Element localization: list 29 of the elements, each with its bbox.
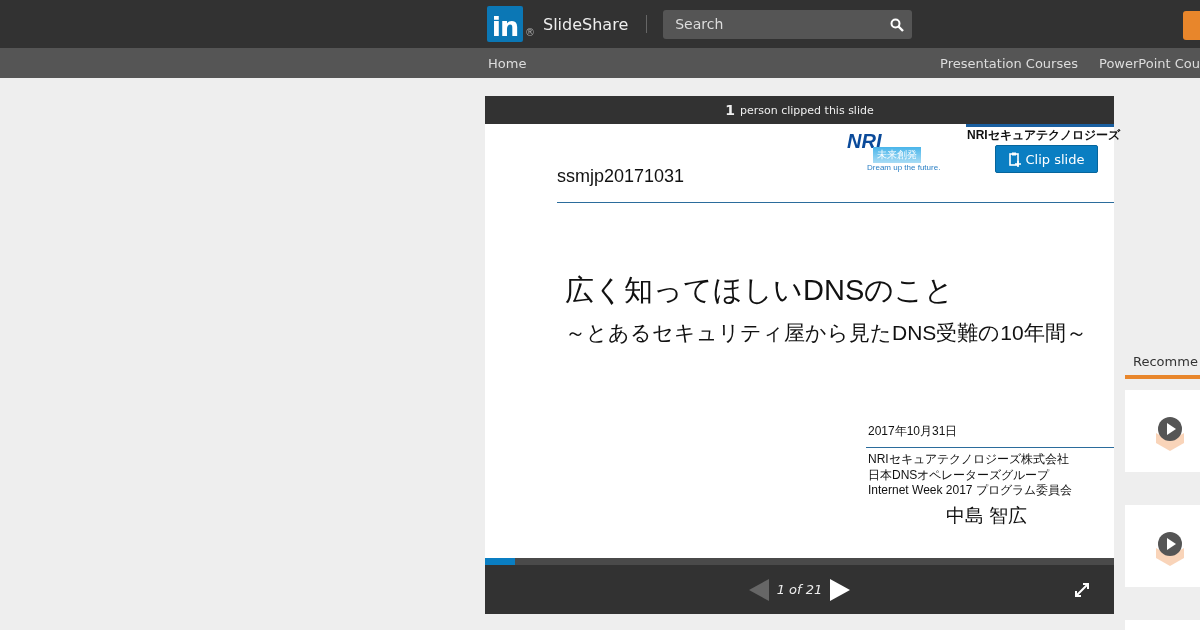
recommended-tab[interactable]: Recomme bbox=[1125, 342, 1200, 379]
recommended-card[interactable] bbox=[1125, 390, 1200, 472]
recommended-card[interactable] bbox=[1125, 505, 1200, 587]
fullscreen-icon[interactable] bbox=[1074, 582, 1090, 598]
logo-tagline: 未来創発 bbox=[873, 147, 921, 163]
speaker-name: 中島 智広 bbox=[946, 503, 1029, 528]
affiliation: Internet Week 2017 プログラム委員会 bbox=[867, 483, 1073, 499]
next-button[interactable] bbox=[830, 578, 851, 601]
clipboard-icon bbox=[1008, 151, 1021, 167]
search-icon[interactable] bbox=[890, 17, 905, 32]
slide-title: 広く知ってほしいDNSのこと bbox=[565, 273, 956, 308]
slide-code: ssmjp20171031 bbox=[557, 166, 685, 187]
nav-link[interactable]: Presentation Courses bbox=[940, 55, 1078, 71]
clip-slide-button[interactable]: Clip slide bbox=[995, 145, 1098, 173]
affiliation: NRIセキュアテクノロジーズ株式会社 bbox=[867, 452, 1070, 468]
registered-mark: ® bbox=[525, 26, 535, 38]
search-field[interactable]: Search bbox=[663, 9, 913, 39]
affiliation: 日本DNSオペレーターズグループ bbox=[867, 467, 1051, 483]
logo-motto: Dream up the future. bbox=[867, 163, 941, 172]
home-link[interactable]: Home bbox=[488, 55, 527, 71]
company-name: NRIセキュアテクノロジーズ bbox=[967, 127, 1120, 144]
clip-text: person clipped this slide bbox=[740, 103, 874, 117]
clip-count: 1 bbox=[725, 102, 735, 118]
linkedin-logo[interactable]: in bbox=[487, 6, 523, 42]
slide-date: 2017年10月31日 bbox=[867, 423, 959, 440]
nav-link[interactable]: PowerPoint Cou bbox=[1099, 55, 1200, 71]
brand-name[interactable]: SlideShare bbox=[543, 14, 629, 34]
page-counter: 1 of 21 bbox=[776, 582, 823, 597]
slide-subtitle: ～とあるセキュリティ屋から見たDNS受難の10年間～ bbox=[565, 320, 1088, 346]
